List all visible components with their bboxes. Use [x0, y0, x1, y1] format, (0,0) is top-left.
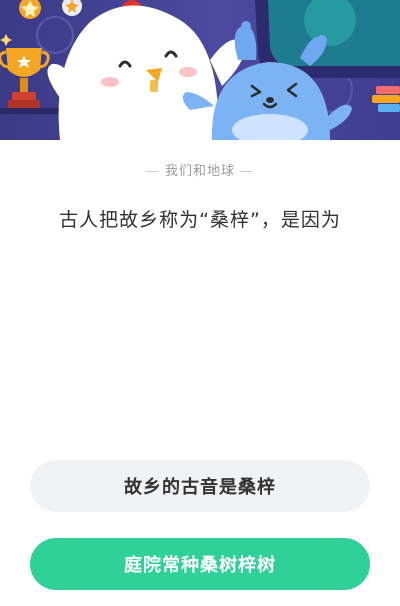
star-medal-icon	[19, 0, 82, 19]
answer-option-1[interactable]: 故乡的古音是桑梓	[30, 460, 370, 512]
category-right-dash: —	[235, 164, 255, 179]
answer-option-2[interactable]: 庭院常种桑树梓树	[30, 538, 370, 590]
category-left-dash: —	[145, 164, 165, 179]
books-icon	[372, 86, 400, 112]
header-banner	[0, 0, 400, 140]
answer-option-2-label: 庭院常种桑树梓树	[124, 555, 276, 576]
category-label: 我们和地球	[164, 164, 235, 179]
banner-illustration	[0, 0, 400, 140]
question-category: — 我们和地球 —	[0, 160, 400, 179]
question-text: 古人把故乡称为“桑梓”，是因为	[59, 209, 341, 231]
answer-option-1-label: 故乡的古音是桑梓	[124, 477, 276, 498]
trophy-icon	[0, 48, 50, 108]
